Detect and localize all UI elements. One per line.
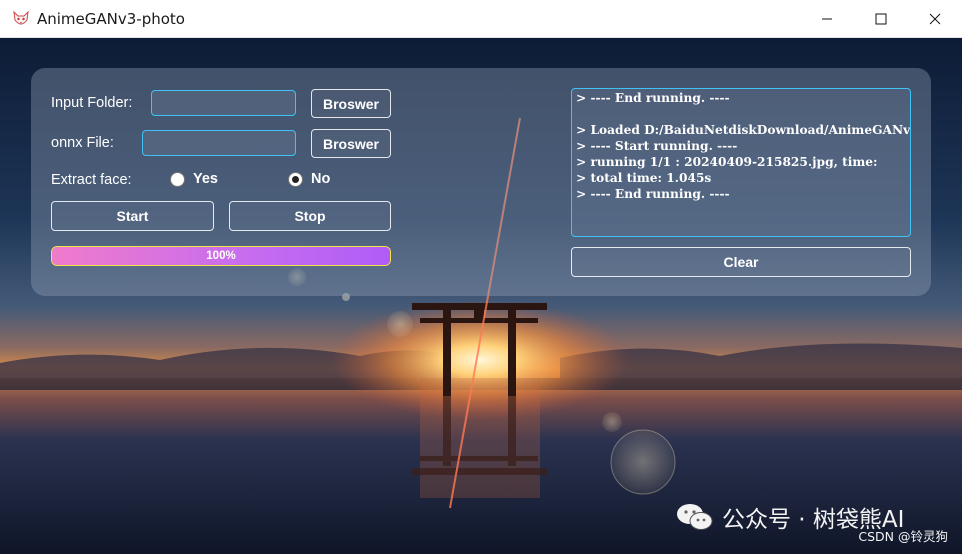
extract-face-label: Extract face: (51, 172, 132, 188)
input-folder-label: Input Folder: (51, 95, 133, 111)
onnx-file-label: onnx File: (51, 135, 114, 151)
maximize-button[interactable] (854, 0, 908, 38)
log-line: > total time: 1.045s (576, 171, 712, 185)
extract-face-yes-radio[interactable]: Yes (170, 171, 218, 187)
extract-face-yes-label: Yes (193, 171, 218, 187)
window-title: AnimeGANv3-photo (37, 9, 185, 28)
clear-button[interactable]: Clear (571, 247, 911, 277)
wechat-icon (677, 504, 713, 530)
radio-checked-icon (288, 171, 303, 187)
extract-face-no-radio[interactable]: No (288, 171, 330, 187)
fox-mask-icon (13, 10, 29, 24)
csdn-credit: CSDN @铃灵狗 (858, 529, 948, 544)
title-bar: AnimeGANv3-photo (0, 0, 962, 38)
input-folder-browse-button[interactable]: Broswer (311, 89, 391, 118)
log-line: > ---- End running. ---- (576, 187, 730, 201)
maximize-icon (875, 13, 887, 25)
start-button[interactable]: Start (51, 201, 214, 231)
close-icon (929, 13, 941, 25)
input-folder-field[interactable] (151, 90, 296, 116)
log-output[interactable]: > ---- End running. ---- > Loaded D:/Bai… (571, 88, 911, 237)
stop-button[interactable]: Stop (229, 201, 391, 231)
log-line: > Loaded D:/BaiduNetdiskDownload/AnimeGA… (576, 123, 911, 137)
minimize-icon (822, 18, 832, 20)
log-line: > ---- Start running. ---- (576, 139, 738, 153)
radio-unchecked-icon (170, 171, 185, 187)
progress-text: 100% (206, 250, 236, 262)
log-line: > ---- End running. ---- (576, 91, 730, 105)
onnx-file-field[interactable] (142, 130, 296, 156)
minimize-button[interactable] (800, 0, 854, 38)
progress-bar: 100% (51, 246, 391, 266)
extract-face-no-label: No (311, 171, 331, 187)
close-button[interactable] (908, 0, 962, 38)
onnx-file-browse-button[interactable]: Broswer (311, 129, 391, 158)
log-line: > running 1/1 : 20240409-215825.jpg, tim… (576, 155, 878, 169)
